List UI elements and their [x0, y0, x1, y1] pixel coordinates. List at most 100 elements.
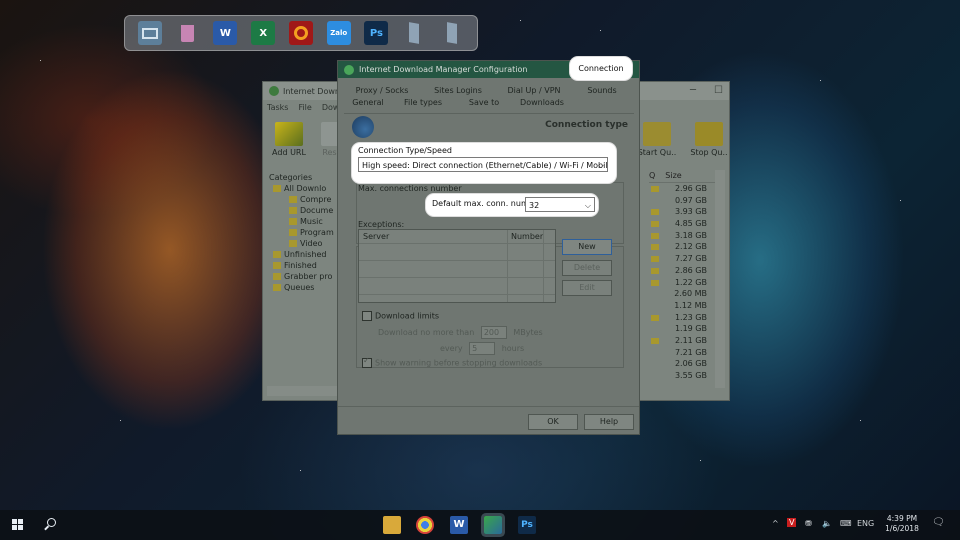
vivaldi-tray-icon[interactable]: V	[787, 518, 797, 527]
category-item[interactable]: Grabber pro	[269, 271, 339, 282]
folder-icon	[651, 186, 659, 192]
every-label: every	[440, 344, 463, 353]
search-icon[interactable]	[44, 518, 56, 531]
q-column-header[interactable]: Q	[649, 171, 655, 180]
tab-proxy-socks[interactable]: Proxy / Socks	[344, 85, 420, 97]
notification-icon[interactable]: 🗨	[932, 517, 945, 528]
new-button[interactable]: New	[562, 239, 612, 255]
table-row[interactable]: 2.12 GB	[649, 241, 721, 253]
table-row[interactable]: 3.93 GB	[649, 206, 721, 218]
table-row[interactable]: 4.85 GB	[649, 218, 721, 230]
keyboard-icon[interactable]: ⌨	[840, 519, 852, 528]
maximize-icon[interactable]: ☐	[714, 85, 723, 96]
clock[interactable]: 4:39 PM 1/6/2018	[880, 514, 924, 534]
dialog-title: Internet Download Manager Configuration	[359, 65, 528, 74]
chrome-icon[interactable]	[416, 516, 434, 534]
edit-button[interactable]: Edit	[562, 280, 612, 296]
table-row[interactable]: 2.60 MB	[649, 288, 721, 300]
ok-button[interactable]: OK	[528, 414, 578, 430]
zalo-icon[interactable]: Zalo	[326, 21, 351, 45]
menu-tasks[interactable]: Tasks	[267, 103, 288, 112]
category-item[interactable]: Video	[269, 238, 339, 249]
table-row[interactable]: 0.97 GB	[649, 195, 721, 207]
file-size: 1.22 GB	[674, 277, 707, 287]
stop-queue-button[interactable]: Stop Qu..	[689, 122, 729, 157]
category-item[interactable]: Queues	[269, 282, 339, 293]
connection-type-label: Connection Type/Speed	[358, 146, 452, 155]
network-tray-icon[interactable]: ⛃	[805, 519, 812, 528]
window-icon[interactable]	[440, 21, 464, 45]
table-row[interactable]: 2.96 GB	[649, 183, 721, 195]
menu-file[interactable]: File	[298, 103, 311, 112]
recycle-bin-icon[interactable]	[176, 21, 200, 45]
no-more-than-label: Download no more than	[378, 328, 475, 337]
category-item[interactable]: All Downlo	[269, 183, 339, 194]
default-max-select[interactable]: 32 ⌵	[525, 197, 595, 212]
table-row[interactable]: 1.12 MB	[649, 300, 721, 312]
photoshop-icon[interactable]: Ps	[518, 516, 536, 534]
table-row[interactable]: 2.11 GB	[649, 335, 721, 347]
table-row[interactable]: 3.55 GB	[649, 370, 721, 382]
file-size: 3.93 GB	[674, 207, 707, 217]
vertical-scrollbar[interactable]	[715, 170, 725, 388]
minimize-icon[interactable]: ─	[690, 85, 696, 96]
exceptions-table[interactable]: Server Number	[358, 229, 556, 303]
tab-save-to[interactable]: Save to	[454, 97, 514, 109]
category-item[interactable]: Music	[269, 216, 339, 227]
windows-start-icon[interactable]	[12, 519, 24, 531]
help-button[interactable]: Help	[584, 414, 634, 430]
category-item[interactable]: Unfinished	[269, 249, 339, 260]
idm-icon[interactable]	[484, 516, 502, 534]
word-icon[interactable]: W	[450, 516, 468, 534]
category-item[interactable]: Compre	[269, 194, 339, 205]
table-row[interactable]: 1.23 GB	[649, 312, 721, 324]
table-row[interactable]: 1.22 GB	[649, 277, 721, 289]
file-explorer-icon[interactable]	[383, 516, 401, 534]
tab-connection[interactable]: Connection	[570, 57, 632, 80]
category-label: Program	[300, 228, 334, 237]
start-queue-button[interactable]: Start Qu..	[637, 122, 677, 157]
hours-input[interactable]: 5	[469, 342, 496, 355]
garena-icon[interactable]	[288, 21, 313, 45]
table-row[interactable]: 7.21 GB	[649, 347, 721, 359]
category-item[interactable]: Docume	[269, 205, 339, 216]
table-row[interactable]: 7.27 GB	[649, 253, 721, 265]
show-warning-checkbox[interactable]	[362, 356, 372, 368]
photoshop-icon[interactable]: Ps	[364, 21, 389, 45]
download-limits-checkbox[interactable]	[362, 311, 372, 321]
tab-sounds[interactable]: Sounds	[572, 85, 632, 97]
max-connections-label: Max. connections number	[358, 184, 462, 193]
table-row[interactable]: 2.06 GB	[649, 358, 721, 370]
excel-icon[interactable]: X	[251, 21, 276, 45]
folder-icon	[651, 232, 659, 239]
horizontal-scrollbar[interactable]	[267, 386, 337, 396]
tray-chevron-icon[interactable]: ^	[772, 519, 779, 528]
add-url-button[interactable]: Add URL	[269, 122, 309, 157]
tab-sites-logins[interactable]: Sites Logins	[420, 85, 496, 97]
tab-file-types[interactable]: File types	[392, 97, 454, 109]
size-column-header[interactable]: Size	[665, 171, 681, 180]
connection-type-highlight: Connection Type/Speed High speed: Direct…	[352, 143, 616, 183]
language-indicator[interactable]: ENG	[857, 519, 874, 528]
delete-button[interactable]: Delete	[562, 260, 612, 276]
table-row[interactable]: 1.19 GB	[649, 323, 721, 335]
tab-downloads[interactable]: Downloads	[514, 97, 570, 109]
word-icon[interactable]: W	[213, 21, 238, 45]
tab-general[interactable]: General	[344, 97, 392, 109]
volume-icon[interactable]: 🔈	[822, 519, 832, 528]
category-item[interactable]: Finished	[269, 260, 339, 271]
category-item[interactable]: Program	[269, 227, 339, 238]
category-label: Video	[300, 239, 323, 248]
connection-type-select[interactable]: High speed: Direct connection (Ethernet/…	[358, 157, 608, 172]
file-size: 2.11 GB	[674, 335, 707, 345]
folder-icon	[289, 207, 297, 214]
monitor-icon[interactable]	[137, 21, 162, 45]
window-icon[interactable]	[402, 21, 426, 45]
tab-dial-up-vpn[interactable]: Dial Up / VPN	[496, 85, 572, 97]
table-row[interactable]: 3.18 GB	[649, 230, 721, 242]
amount-input[interactable]: 200	[480, 326, 507, 339]
table-row[interactable]: 2.86 GB	[649, 265, 721, 277]
file-size: 2.86 GB	[674, 265, 707, 275]
hours-label: hours	[501, 344, 525, 353]
section-header: Connection type	[545, 120, 628, 130]
